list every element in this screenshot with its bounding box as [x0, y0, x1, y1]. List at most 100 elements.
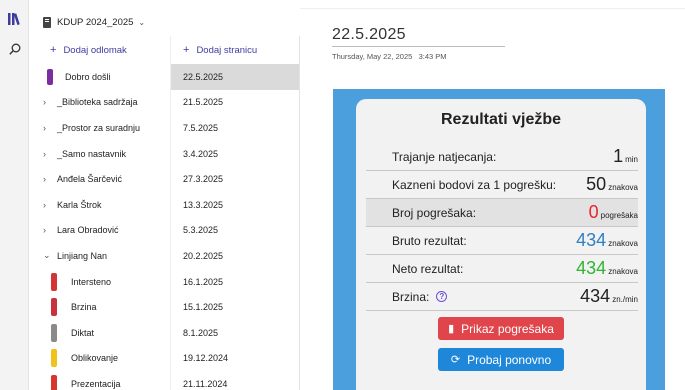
- section-label: Intersteno: [71, 276, 112, 287]
- page-item[interactable]: 15.1.2025: [171, 294, 299, 320]
- section-item[interactable]: ⌄ Linjiang Nan: [29, 243, 170, 269]
- result-number: 434: [580, 286, 611, 306]
- section-label: _Biblioteka sadržaja: [57, 97, 138, 108]
- plus-icon: +: [50, 44, 57, 56]
- notebook-switcher[interactable]: KDUP 2024_2025 ⌄: [29, 8, 300, 36]
- page-item[interactable]: 21.5.2025: [171, 90, 299, 116]
- section-label: Diktat: [71, 327, 95, 338]
- section-label: Prezentacija: [71, 378, 121, 389]
- page-item[interactable]: 5.3.2025: [171, 218, 299, 244]
- page-label: 3.4.2025: [183, 148, 219, 159]
- section-label: Brzina: [71, 302, 97, 313]
- add-page-label: Dodaj stranicu: [196, 44, 258, 56]
- result-unit: znakova: [608, 267, 638, 276]
- section-label: Linjiang Nan: [57, 250, 108, 261]
- section-item[interactable]: Intersteno: [29, 269, 170, 295]
- page-item[interactable]: 16.1.2025: [171, 269, 299, 295]
- chevron-down-icon: ⌄: [138, 17, 146, 27]
- result-label-text: Trajanje natjecanja:: [392, 149, 497, 164]
- chevron-right-icon[interactable]: ›: [43, 97, 57, 107]
- page-item[interactable]: 20.2.2025: [171, 243, 299, 269]
- show-errors-button[interactable]: ▮ Prikaz pogrešaka: [438, 317, 564, 340]
- section-item[interactable]: Dobro došli: [29, 64, 170, 90]
- section-item[interactable]: › Lara Obradović: [29, 218, 170, 244]
- result-label-text: Kazneni bodovi za 1 pogrešku:: [392, 177, 557, 192]
- section-item[interactable]: Brzina: [29, 294, 170, 320]
- search-icon[interactable]: [8, 42, 21, 55]
- chevron-right-icon[interactable]: ›: [43, 123, 57, 133]
- section-color-tab: [47, 68, 53, 85]
- page-date: Thursday, May 22, 2025: [332, 52, 413, 61]
- chevron-right-icon[interactable]: ›: [43, 200, 57, 210]
- result-number: 0: [588, 202, 599, 222]
- section-item[interactable]: Diktat: [29, 320, 170, 346]
- section-label: Karla Štrok: [57, 199, 102, 210]
- section-label: Oblikovanje: [71, 353, 119, 364]
- notebooks-icon[interactable]: [8, 12, 21, 25]
- result-number: 1: [613, 146, 624, 166]
- section-color-tab: [51, 298, 57, 317]
- result-label-text: Bruto rezultat:: [392, 233, 467, 248]
- section-list: Dobro došli › _Biblioteka sadržaja › _Prosto…: [29, 64, 170, 390]
- result-value: 434 zn./min: [580, 286, 638, 307]
- page-time: 3:43 PM: [418, 52, 447, 61]
- section-item[interactable]: Oblikovanje: [29, 346, 170, 372]
- title-underline: [332, 46, 505, 47]
- plus-icon: +: [183, 44, 190, 56]
- results-title: Rezultati vježbe: [440, 111, 562, 128]
- section-label: _Samo nastavnik: [57, 148, 127, 159]
- result-value: 0 pogrešaka: [589, 202, 638, 223]
- chevron-right-icon[interactable]: ›: [43, 225, 57, 235]
- results-card: Rezultati vježbe Trajanje natjecanja: 1 mi…: [356, 99, 646, 390]
- page-label: 16.1.2025: [183, 276, 224, 287]
- page-item[interactable]: 7.5.2025: [171, 115, 299, 141]
- page-label: 8.1.2025: [183, 327, 219, 338]
- notebook-title: KDUP 2024_2025: [57, 16, 134, 28]
- section-item[interactable]: › Anđela Šarčević: [29, 166, 170, 192]
- result-unit: znakova: [608, 239, 638, 248]
- retry-label: Probaj ponovno: [467, 352, 552, 367]
- help-icon[interactable]: ?: [436, 291, 448, 302]
- add-page-button[interactable]: + Dodaj stranicu: [171, 36, 299, 64]
- page-item[interactable]: 22.5.2025: [171, 64, 299, 90]
- add-section-button[interactable]: + Dodaj odlomak: [29, 36, 170, 64]
- result-unit: min: [625, 155, 638, 164]
- page-title[interactable]: 22.5.2025: [332, 26, 406, 44]
- section-item[interactable]: › _Prostor za suradnju: [29, 115, 170, 141]
- page-label: 20.2.2025: [183, 250, 224, 261]
- page-label: 5.3.2025: [183, 225, 219, 236]
- section-item[interactable]: › _Samo nastavnik: [29, 141, 170, 167]
- page-item[interactable]: 21.11.2024: [171, 371, 299, 390]
- result-label-text: Brzina:: [392, 289, 430, 304]
- result-row: Broj pogrešaka: 0 pogrešaka: [366, 199, 638, 227]
- chevron-down-icon[interactable]: ⌄: [43, 250, 57, 261]
- page-label: 21.11.2024: [183, 378, 228, 389]
- page-item[interactable]: 13.3.2025: [171, 192, 299, 218]
- page-item[interactable]: 27.3.2025: [171, 166, 299, 192]
- result-unit: zn./min: [612, 295, 638, 304]
- result-row: Brzina:? 434 zn./min: [366, 283, 638, 311]
- page-item[interactable]: 3.4.2025: [171, 141, 299, 167]
- refresh-icon: ⟳: [450, 354, 461, 366]
- result-label: Broj pogrešaka:: [392, 206, 476, 220]
- section-item[interactable]: Prezentacija: [29, 371, 170, 390]
- page-label: 22.5.2025: [183, 71, 224, 82]
- result-number: 434: [576, 230, 607, 250]
- chevron-right-icon[interactable]: ›: [43, 174, 57, 184]
- pages-pane: + Dodaj stranicu 22.5.2025 21.5.2025 7.5.2…: [170, 36, 300, 390]
- result-label-text: Broj pogrešaka:: [392, 205, 477, 220]
- icon-rail: [0, 0, 29, 390]
- chevron-right-icon[interactable]: ›: [43, 149, 57, 159]
- section-item[interactable]: › _Biblioteka sadržaja: [29, 90, 170, 116]
- result-row: Neto rezultat: 434 znakova: [366, 255, 638, 283]
- result-number: 434: [576, 258, 607, 278]
- retry-button[interactable]: ⟳ Probaj ponovno: [438, 348, 564, 371]
- result-label: Bruto rezultat:: [392, 234, 467, 248]
- result-row: Trajanje natjecanja: 1 min: [366, 143, 638, 171]
- page-item[interactable]: 19.12.2024: [171, 346, 299, 372]
- result-unit: pogrešaka: [600, 211, 638, 220]
- section-color-tab: [51, 323, 57, 342]
- section-item[interactable]: › Karla Štrok: [29, 192, 170, 218]
- page-label: 21.5.2025: [183, 97, 224, 108]
- page-item[interactable]: 8.1.2025: [171, 320, 299, 346]
